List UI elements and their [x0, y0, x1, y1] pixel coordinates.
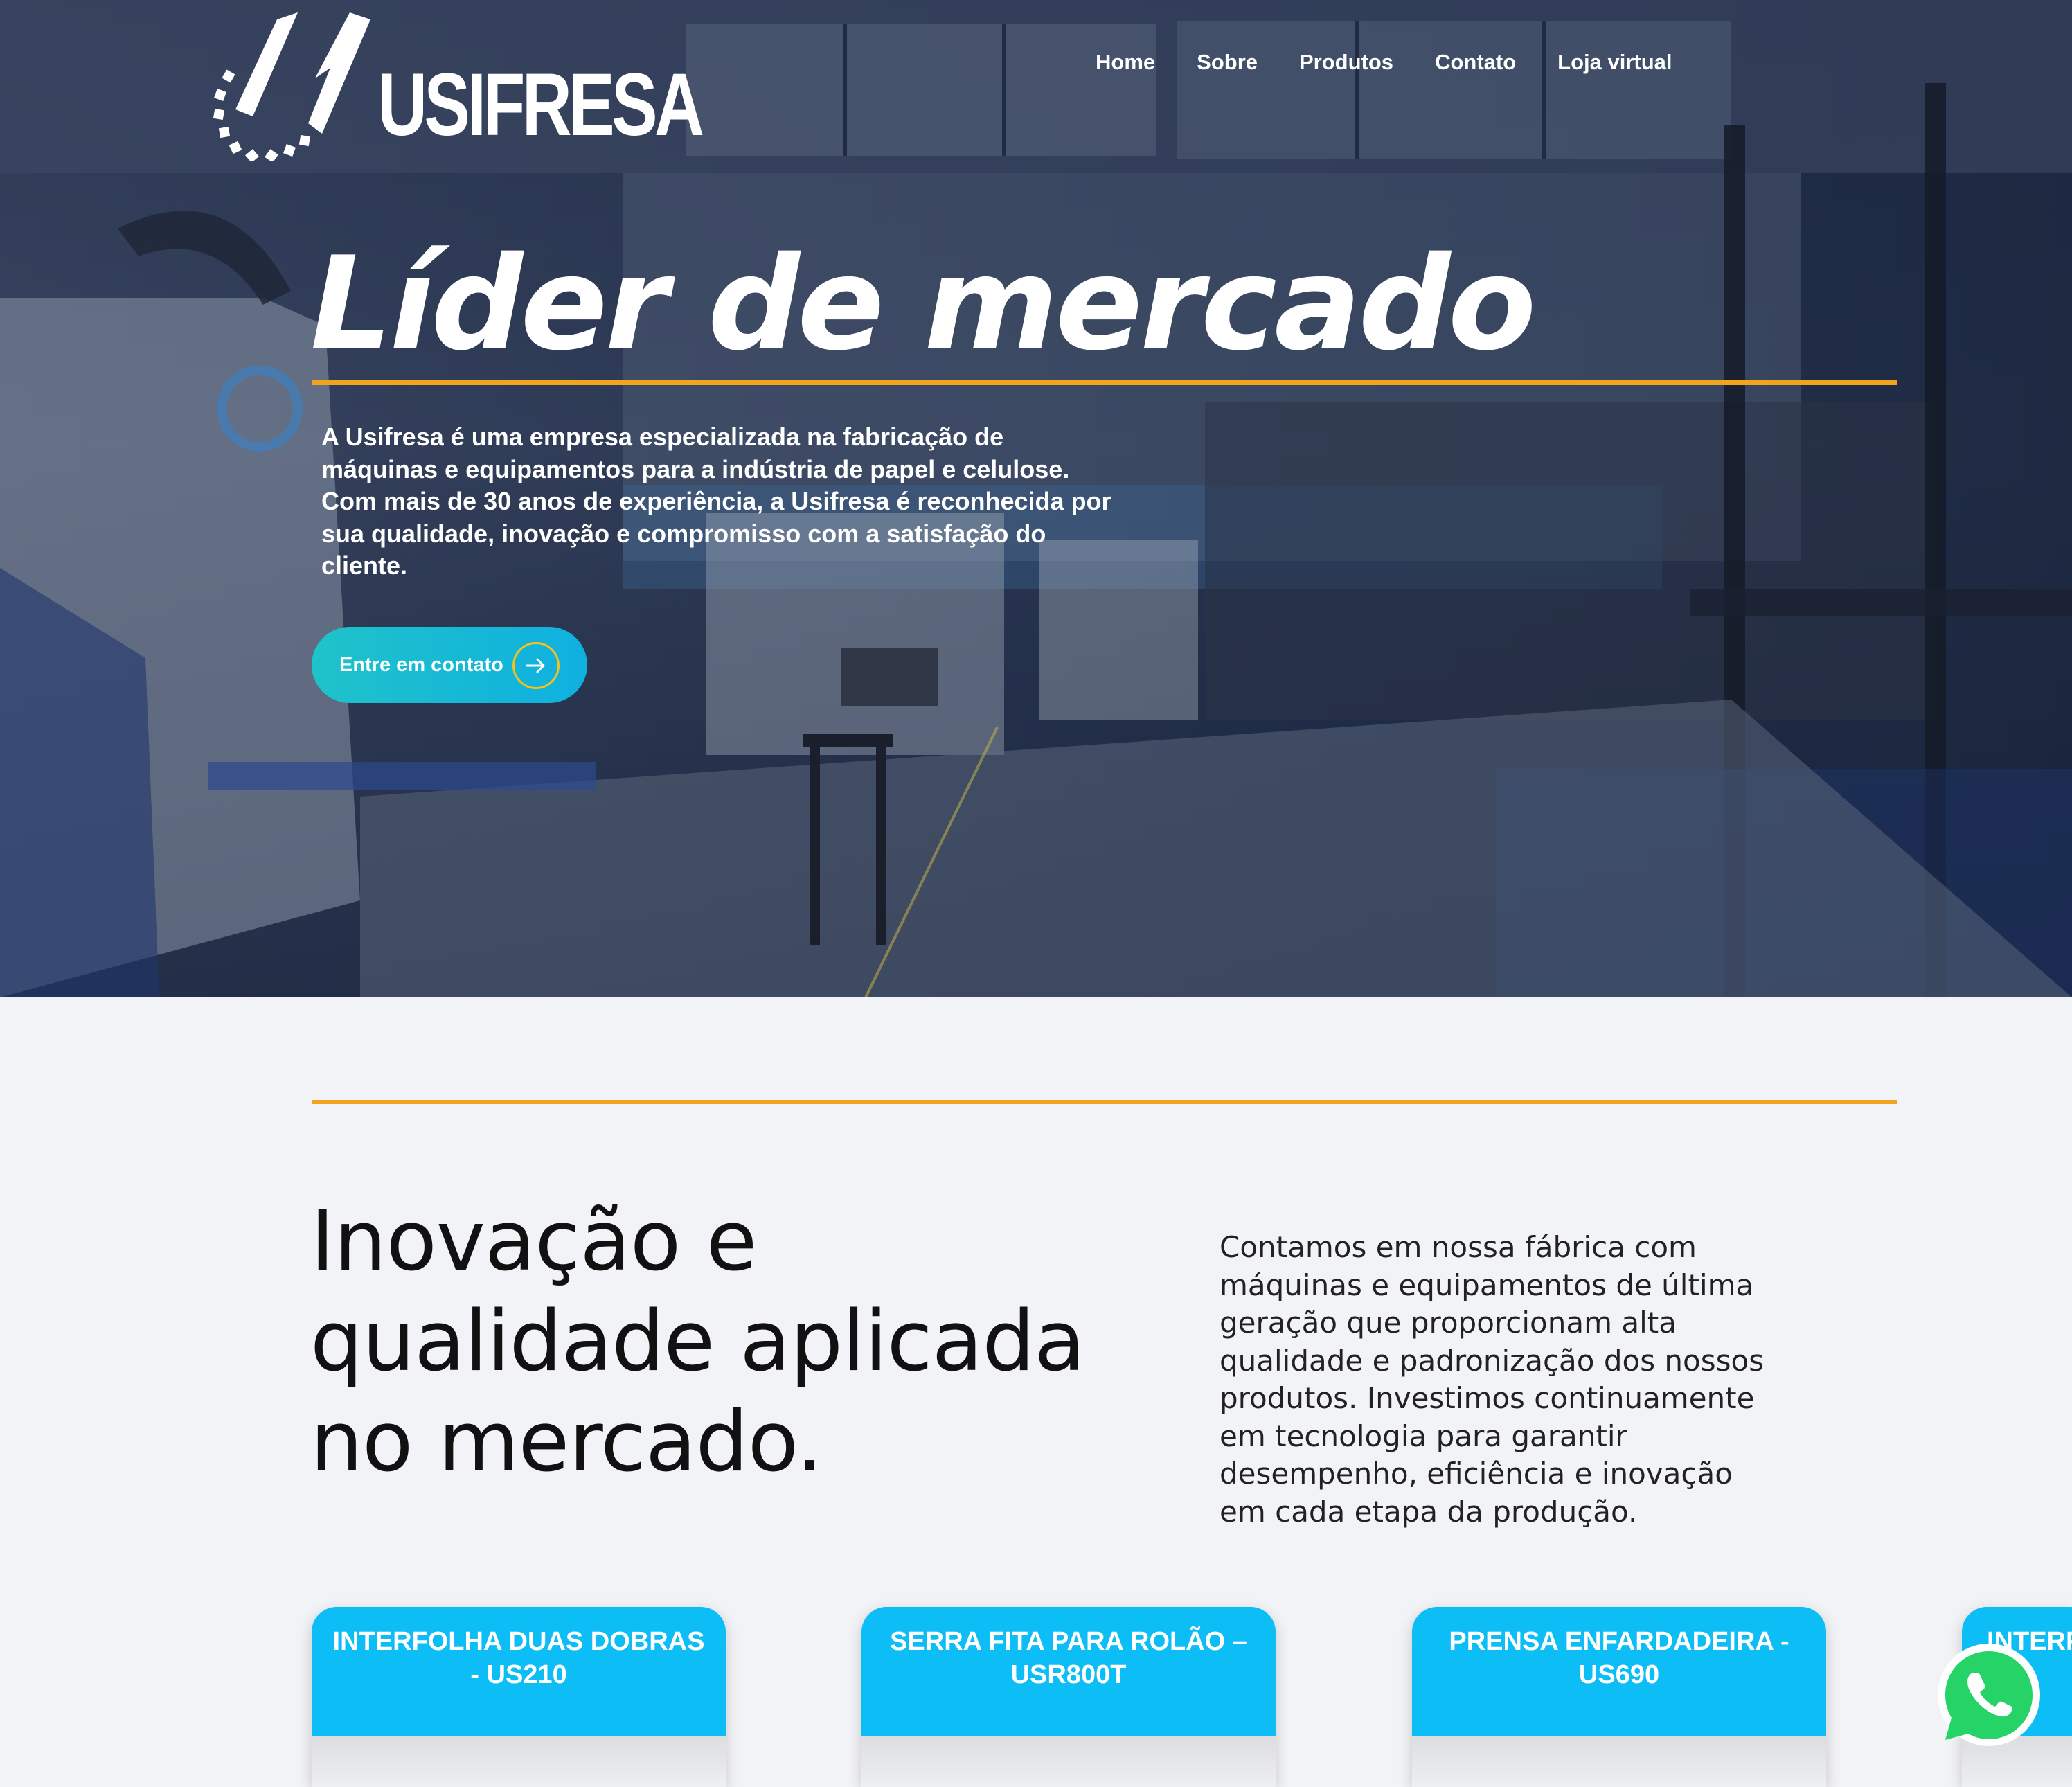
product-card-title: INTERFOLHA DUAS DOBRAS - US210 — [332, 1627, 705, 1689]
nav-item-loja-virtual[interactable]: Loja virtual — [1557, 50, 1672, 75]
product-card-header: SERRA FITA PARA ROLÃO – USR800T — [861, 1607, 1276, 1736]
nav-item-sobre[interactable]: Sobre — [1197, 50, 1258, 75]
product-card-us690[interactable]: PRENSA ENFARDADEIRA - US690 — [1412, 1607, 1826, 1787]
contact-cta-button[interactable]: Entre em contato — [312, 627, 587, 703]
whatsapp-icon — [1938, 1644, 2040, 1746]
product-card-title: PRENSA ENFARDADEIRA - US690 — [1449, 1627, 1789, 1689]
logo-mark-icon — [213, 12, 370, 163]
main-nav: Home Sobre Produtos Contato Loja virtual — [1096, 50, 1714, 75]
section-text: Contamos em nossa fábrica com máquinas e… — [1220, 1230, 1765, 1529]
arrow-right-icon — [512, 642, 560, 689]
nav-item-produtos[interactable]: Produtos — [1299, 50, 1393, 75]
hero-section: USIFRESA Home Sobre Produtos Contato Loj… — [0, 0, 2072, 997]
section-divider — [312, 1100, 1897, 1104]
section-heading: Inovação e qualidade aplicada no mercado… — [310, 1193, 1085, 1491]
cta-label: Entre em contato — [339, 653, 503, 676]
product-card-usr800t[interactable]: SERRA FITA PARA ROLÃO – USR800T — [861, 1607, 1276, 1787]
hero-divider — [312, 380, 1897, 385]
hero-description: A Usifresa é uma empresa especializada n… — [321, 423, 1111, 580]
product-card-image — [861, 1736, 1276, 1787]
nav-item-contato[interactable]: Contato — [1435, 50, 1516, 75]
whatsapp-button[interactable] — [1936, 1642, 2043, 1749]
product-card-image — [312, 1736, 726, 1787]
product-card-image — [1412, 1736, 1826, 1787]
product-card-us210[interactable]: INTERFOLHA DUAS DOBRAS - US210 — [312, 1607, 726, 1787]
product-card-header: PRENSA ENFARDADEIRA - US690 — [1412, 1607, 1826, 1736]
nav-item-home[interactable]: Home — [1096, 50, 1155, 75]
usifresa-logo[interactable]: USIFRESA — [211, 12, 704, 163]
product-card-title: SERRA FITA PARA ROLÃO – USR800T — [890, 1627, 1247, 1689]
product-card-header: INTERFOLHA DUAS DOBRAS - US210 — [312, 1607, 726, 1736]
logo-wordmark: USIFRESA — [377, 55, 704, 154]
hero-title: Líder de mercado — [310, 229, 1536, 379]
